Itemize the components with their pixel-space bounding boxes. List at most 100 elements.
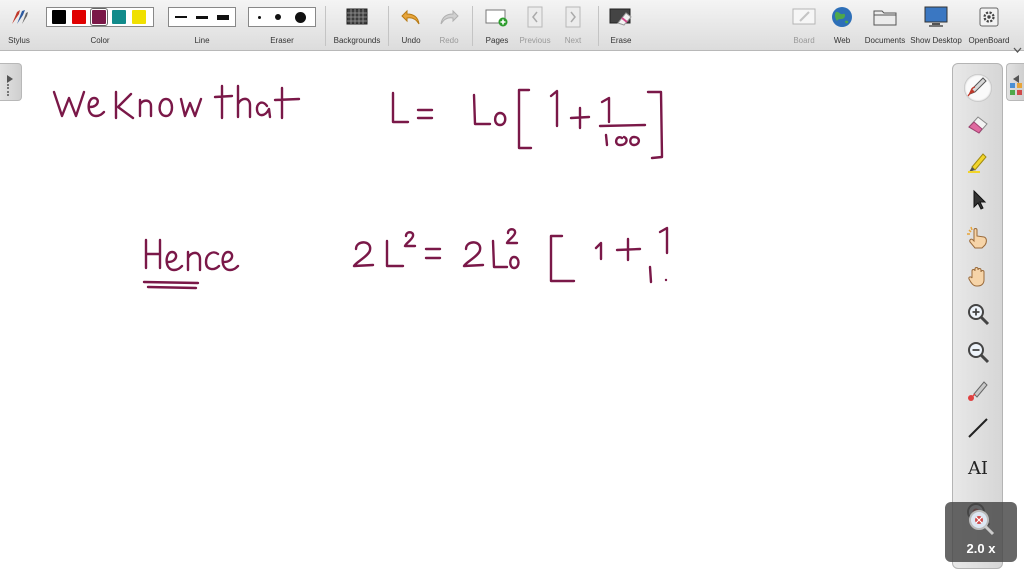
eraser-large-option[interactable] <box>295 11 306 23</box>
grip-icon <box>7 84 14 96</box>
line-label: Line <box>194 36 210 45</box>
folder-icon <box>873 6 897 28</box>
redo-icon <box>437 6 461 28</box>
color-swatch-maroon[interactable] <box>90 8 108 26</box>
toolbar-separator <box>325 6 326 46</box>
web-button[interactable]: Web <box>824 0 860 50</box>
selector-icon <box>968 189 988 216</box>
color-group: Color <box>44 0 156 50</box>
backgrounds-label: Backgrounds <box>333 36 381 45</box>
monitor-icon <box>924 6 948 28</box>
library-icon <box>1009 82 1023 101</box>
right-panel-toggle[interactable] <box>1006 63 1024 101</box>
documents-label: Documents <box>864 36 906 45</box>
show-desktop-label: Show Desktop <box>910 36 962 45</box>
previous-button[interactable]: Previous <box>516 0 554 50</box>
pages-button[interactable]: Pages <box>478 0 516 50</box>
line-group: Line <box>168 0 236 50</box>
show-desktop-button[interactable]: Show Desktop <box>908 0 964 50</box>
stylus-icon <box>7 6 31 28</box>
board-icon <box>792 6 816 28</box>
add-page-icon <box>485 6 509 28</box>
main-toolbar: Stylus Color Line Eraser Backgrounds Und… <box>0 0 1024 53</box>
undo-label: Undo <box>401 36 421 45</box>
interact-tool[interactable] <box>964 226 992 254</box>
toolbar-separator <box>598 6 599 46</box>
interact-hand-icon <box>966 226 990 255</box>
erase-button[interactable]: Erase <box>604 0 638 50</box>
line-icon <box>966 416 990 445</box>
marker-icon <box>966 150 990 179</box>
selector-tool[interactable] <box>964 188 992 216</box>
erase-label: Erase <box>610 36 632 45</box>
line-width-picker <box>168 7 236 27</box>
undo-button[interactable]: Undo <box>394 0 428 50</box>
backgrounds-grid-icon <box>345 6 369 28</box>
next-page-icon <box>561 6 585 28</box>
zoom-out-tool[interactable] <box>964 340 992 368</box>
line-thick-option[interactable] <box>216 14 229 20</box>
stylus-button[interactable]: Stylus <box>0 0 38 50</box>
eraser-small-option[interactable] <box>258 15 261 19</box>
pen-icon <box>966 74 990 103</box>
text-icon: AI <box>967 457 989 479</box>
laser-pointer-tool[interactable] <box>964 378 992 406</box>
undo-icon <box>399 6 423 28</box>
line-tool[interactable] <box>964 416 992 444</box>
previous-label: Previous <box>519 36 551 45</box>
minimize-toolbar-icon[interactable] <box>1013 40 1022 53</box>
redo-button[interactable]: Redo <box>432 0 466 50</box>
line-thin-option[interactable] <box>175 16 188 18</box>
redo-label: Redo <box>439 36 459 45</box>
color-swatch-teal[interactable] <box>112 10 126 24</box>
zoom-indicator: 2.0 x <box>945 502 1017 562</box>
left-panel-toggle[interactable] <box>0 63 22 101</box>
tools-palette: AI <box>952 63 1003 569</box>
laser-pointer-icon <box>966 378 990 407</box>
settings-gear-icon <box>977 6 1001 28</box>
handwriting-equation-2L-squared <box>352 226 669 284</box>
eraser-group: Eraser <box>248 0 316 50</box>
stylus-label: Stylus <box>8 36 30 45</box>
openboard-label: OpenBoard <box>968 36 1010 45</box>
pen-tool[interactable] <box>964 74 992 102</box>
eraser-icon <box>966 112 990 141</box>
previous-page-icon <box>523 6 547 28</box>
text-tool[interactable]: AI <box>964 454 992 482</box>
board-button[interactable]: Board <box>786 0 822 50</box>
zoom-in-icon <box>966 302 990 331</box>
marker-tool[interactable] <box>964 150 992 178</box>
zoom-out-icon <box>966 340 990 369</box>
zoom-in-tool[interactable] <box>964 302 992 330</box>
backgrounds-button[interactable]: Backgrounds <box>330 0 384 50</box>
pages-label: Pages <box>485 36 509 45</box>
magnifier-indicator-icon <box>967 508 995 541</box>
color-swatch-black[interactable] <box>52 10 66 24</box>
web-label: Web <box>833 36 851 45</box>
handwriting-hence <box>142 238 240 290</box>
toolbar-separator <box>388 6 389 46</box>
next-button[interactable]: Next <box>554 0 592 50</box>
next-label: Next <box>564 36 582 45</box>
handwriting-equation-L-equals-L0 <box>391 88 664 160</box>
documents-button[interactable]: Documents <box>862 0 908 50</box>
eraser-tool[interactable] <box>964 112 992 140</box>
color-swatch-yellow[interactable] <box>132 10 146 24</box>
openboard-button[interactable]: OpenBoard <box>966 0 1012 50</box>
color-palette <box>46 7 154 27</box>
handwriting-we-know-that <box>52 84 301 120</box>
erase-board-icon <box>609 6 633 28</box>
zoom-level-label: 2.0 x <box>966 541 996 556</box>
pan-tool[interactable] <box>964 264 992 292</box>
eraser-medium-option[interactable] <box>275 14 281 20</box>
whiteboard-canvas[interactable] <box>22 55 947 570</box>
color-label: Color <box>90 36 110 45</box>
toolbar-separator <box>472 6 473 46</box>
board-label: Board <box>793 36 815 45</box>
color-swatch-red[interactable] <box>72 10 86 24</box>
eraser-size-picker <box>248 7 316 27</box>
line-medium-option[interactable] <box>195 15 208 19</box>
pan-hand-icon <box>966 264 990 293</box>
globe-icon <box>830 6 854 28</box>
eraser-label: Eraser <box>270 36 294 45</box>
